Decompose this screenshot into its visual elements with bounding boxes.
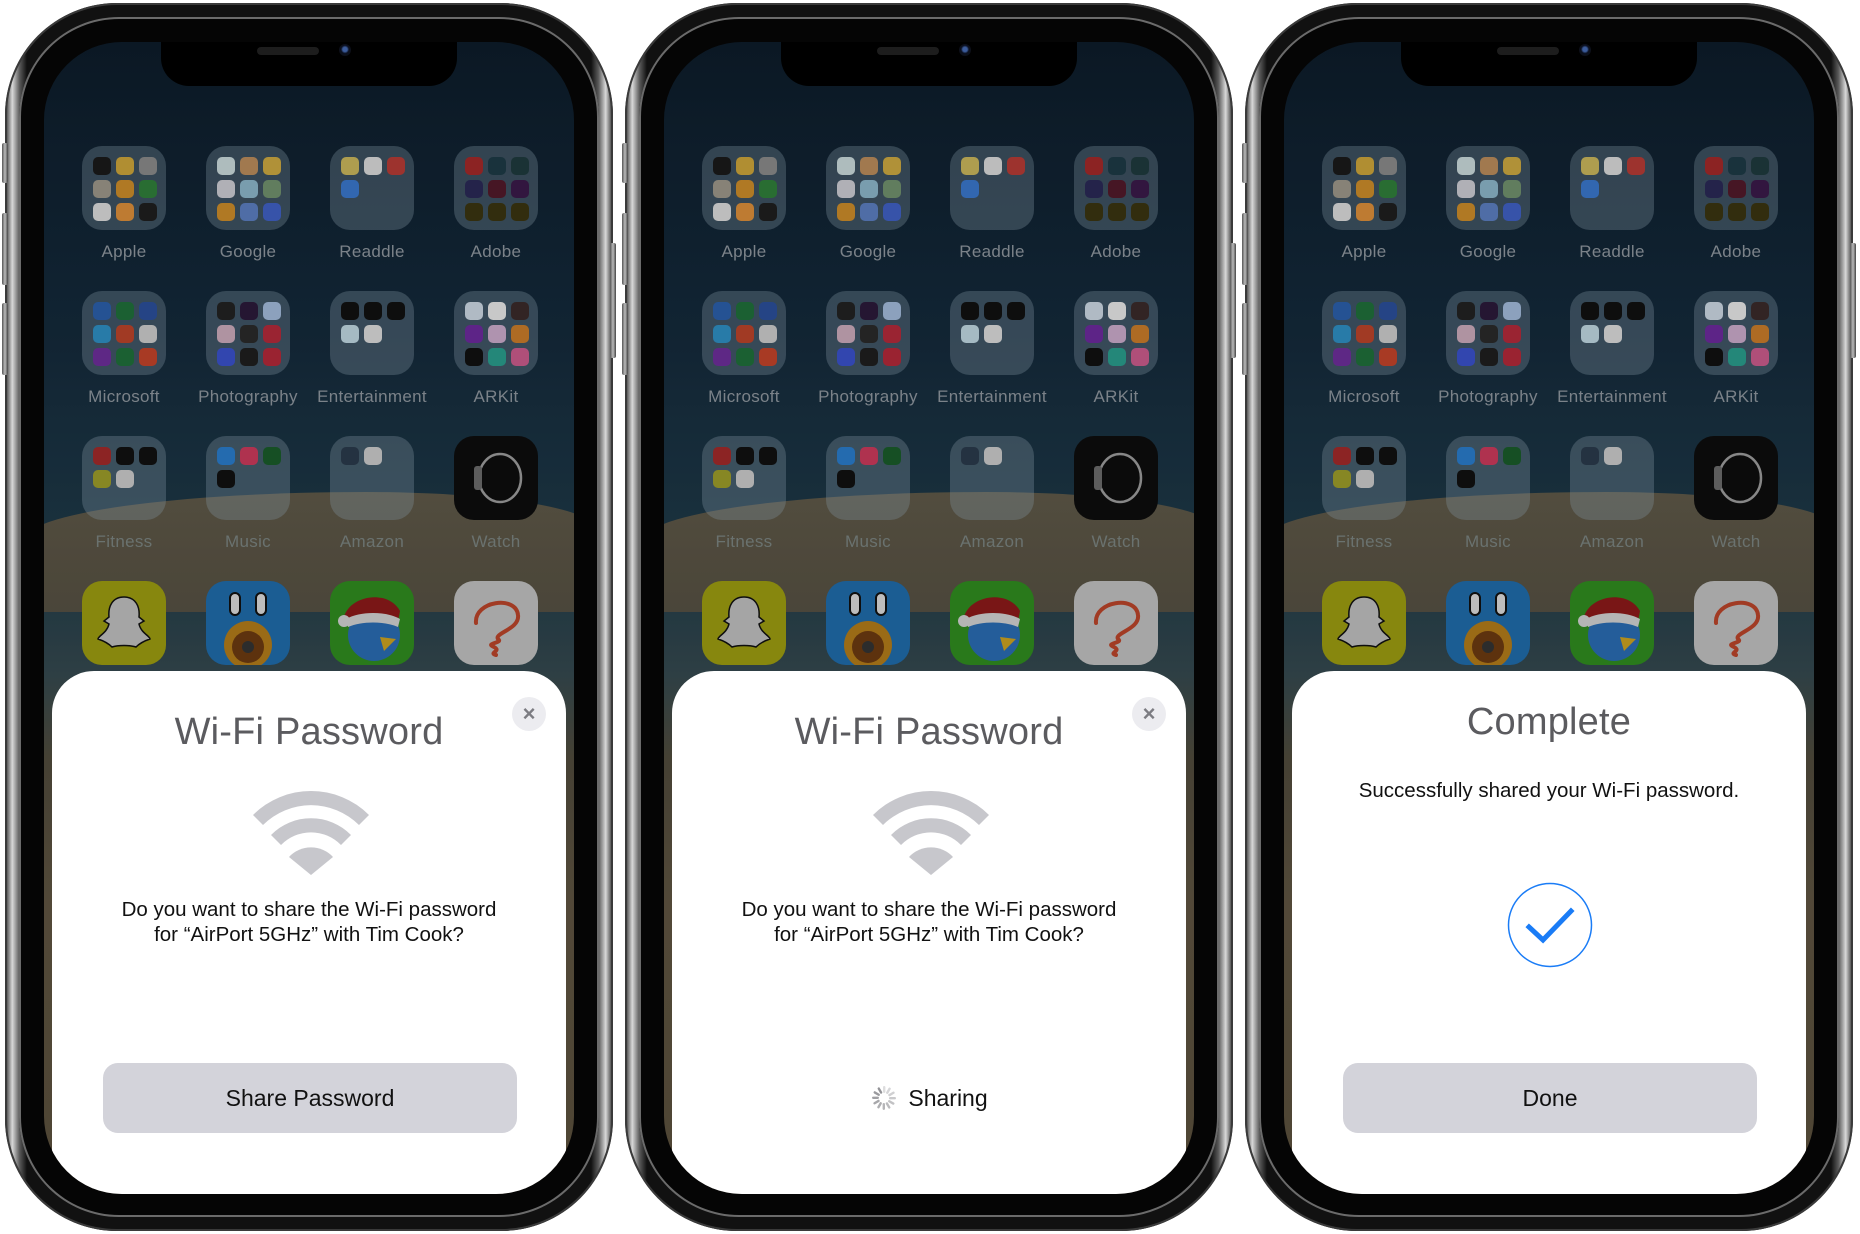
side-button: [610, 243, 616, 358]
message-line-1: Do you want to share the Wi-Fi password: [741, 898, 1117, 921]
wifi-share-card: × Wi-Fi Password Do you want to share the…: [672, 671, 1186, 1194]
card-message: Do you want to share the Wi-Fi password …: [72, 897, 546, 947]
sharing-label: Sharing: [908, 1084, 988, 1111]
notch: [161, 42, 457, 86]
sharing-status: Sharing: [672, 1063, 1186, 1133]
card-title: Wi-Fi Password: [174, 711, 444, 753]
iphone-mockup-2: Apple Google Readdle Adobe Microsoft Pho…: [622, 3, 1236, 1231]
earpiece-speaker: [877, 47, 939, 55]
iphone-mockup-3: Apple Google Readdle Adobe Microsoft Pho…: [1242, 3, 1856, 1231]
iphone-mockup-1: Apple Google Readdle Adobe Microsoft Pho…: [2, 3, 616, 1231]
phone-screen: Apple Google Readdle Adobe Microsoft Pho…: [664, 42, 1194, 1194]
side-button: [1850, 243, 1856, 358]
wifi-icon: [253, 790, 369, 875]
done-button[interactable]: Done: [1343, 1063, 1757, 1133]
share-complete-card: Complete Successfully shared your Wi-Fi p…: [1292, 671, 1806, 1194]
phone-screen: Apple Google Readdle Adobe Microsoft Pho…: [1284, 42, 1814, 1194]
front-camera: [339, 44, 351, 56]
card-title: Wi-Fi Password: [794, 711, 1064, 753]
message-line-2: for “AirPort 5GHz” with Tim Cook?: [154, 923, 464, 946]
silent-switch: [1242, 143, 1248, 183]
card-title: Complete: [1466, 701, 1632, 743]
card-message: Do you want to share the Wi-Fi password …: [692, 897, 1166, 947]
earpiece-speaker: [257, 47, 319, 55]
volume-up-button: [2, 213, 8, 285]
wifi-share-card: × Wi-Fi Password Do you want to share the…: [52, 671, 566, 1194]
silent-switch: [2, 143, 8, 183]
volume-down-button: [622, 303, 628, 375]
share-password-button[interactable]: Share Password: [103, 1063, 517, 1133]
button-label: Done: [1522, 1084, 1578, 1111]
side-button: [1230, 243, 1236, 358]
volume-down-button: [1242, 303, 1248, 375]
volume-up-button: [622, 213, 628, 285]
earpiece-speaker: [1497, 47, 1559, 55]
front-camera: [1579, 44, 1591, 56]
button-label: Share Password: [225, 1084, 395, 1111]
phone-screen: Apple Google Readdle Adobe Microsoft Pho…: [44, 42, 574, 1194]
wifi-icon: [873, 790, 989, 875]
checkmark-circle-icon: [1507, 882, 1593, 968]
volume-up-button: [1242, 213, 1248, 285]
success-message: Successfully shared your Wi-Fi password.: [1358, 779, 1740, 802]
activity-spinner-icon: [872, 1086, 897, 1110]
silent-switch: [622, 143, 628, 183]
notch: [1401, 42, 1697, 86]
notch: [781, 42, 1077, 86]
message-line-2: for “AirPort 5GHz” with Tim Cook?: [774, 923, 1084, 946]
front-camera: [959, 44, 971, 56]
message-line-1: Do you want to share the Wi-Fi password: [121, 898, 497, 921]
volume-down-button: [2, 303, 8, 375]
